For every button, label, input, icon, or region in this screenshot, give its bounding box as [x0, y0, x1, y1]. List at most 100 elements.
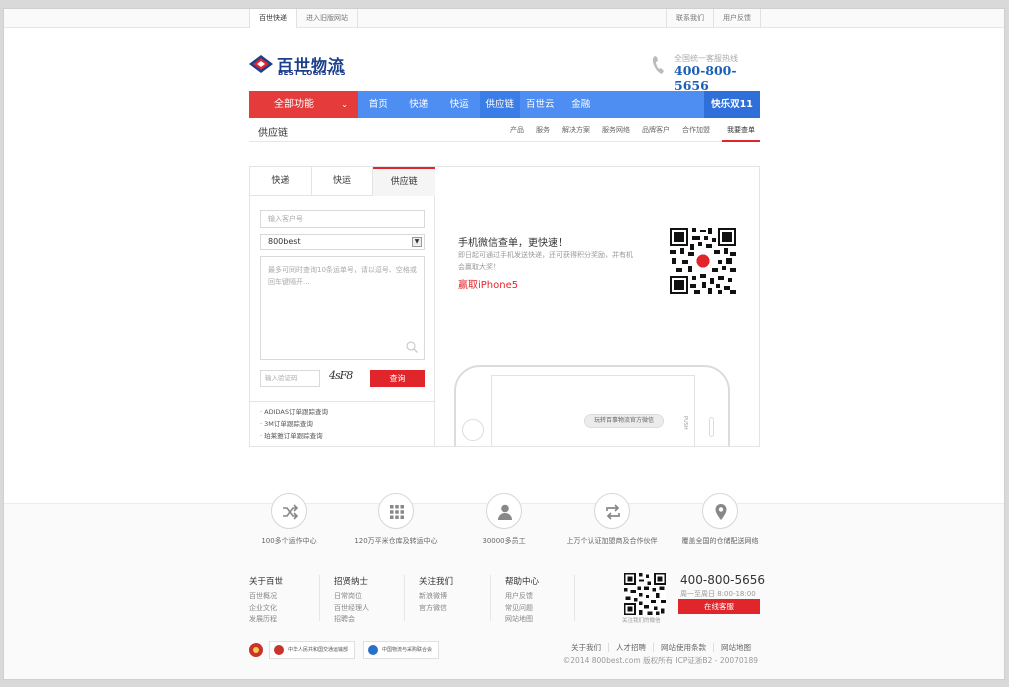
- quick-link-proya[interactable]: · 珀莱雅订单跟踪查询: [260, 430, 328, 442]
- footer-column-help: 帮助中心 用户反馈 常见问题 网站地图: [505, 575, 539, 626]
- subnav-link-clients[interactable]: 品牌客户: [642, 118, 670, 142]
- hotline: 全国统一客服热线 400-800-5656: [652, 53, 762, 93]
- feature-text: 100多个运作中心: [261, 537, 317, 545]
- hotline-number: 400-800-5656: [674, 63, 737, 93]
- subnav-link-services[interactable]: 服务: [536, 118, 550, 142]
- national-emblem-icon: [249, 643, 263, 657]
- topbar-link-feedback[interactable]: 用户反馈: [713, 9, 761, 28]
- person-icon: [486, 493, 522, 529]
- logo-text-en: BEST LOGISTICS: [278, 69, 346, 77]
- main-nav: 全部功能 ⌄ 首页 快递 快运 供应链 百世云 金融 快乐双11: [249, 91, 760, 118]
- nav-item-freight[interactable]: 快运: [439, 91, 480, 118]
- badge-transport-ministry[interactable]: 中华人民共和国交通运输部: [269, 641, 356, 659]
- quick-link-3m[interactable]: · 3M订单跟踪查询: [260, 418, 328, 430]
- phone-illustration: 玩转百事物流官方微信 PUSH: [454, 365, 730, 446]
- phone-side-button: [709, 417, 714, 437]
- subnav-link-solutions[interactable]: 解决方案: [562, 118, 590, 142]
- chevron-down-icon: ⌄: [341, 100, 348, 109]
- all-functions-label: 全部功能: [274, 99, 314, 110]
- footer-separator: [319, 575, 320, 621]
- footer-link[interactable]: 官方微信: [419, 603, 453, 615]
- shuffle-icon: [271, 493, 307, 529]
- topbar-link-old-site[interactable]: 进入旧版网站: [296, 9, 358, 28]
- promo-prize[interactable]: 赢取iPhone5: [458, 276, 518, 291]
- tab-express[interactable]: 快递: [250, 167, 312, 196]
- phone-icon: [652, 56, 664, 74]
- promo-description: 即日起可通过手机发送快递，还可获得积分奖励，并有机会赢取大奖！: [458, 251, 633, 271]
- footer-qr-caption: 关注我们的微信: [622, 618, 661, 624]
- footer-link[interactable]: 百世概况: [249, 591, 283, 603]
- query-button[interactable]: 查询: [370, 370, 425, 387]
- footer-heading: 帮助中心: [505, 577, 540, 587]
- feature-text: 上万个认证加盟商及合作伙伴: [566, 537, 658, 545]
- carrier-select-value: 800best: [268, 237, 301, 246]
- logo-mark-icon: [249, 55, 273, 73]
- location-icon: [702, 493, 738, 529]
- footer-separator: [404, 575, 405, 621]
- footer-link[interactable]: 百世经理人: [334, 603, 369, 615]
- nav-item-cloud[interactable]: 百世云: [520, 91, 561, 118]
- phone-screen: 玩转百事物流官方微信 PUSH: [491, 375, 695, 446]
- topbar-link-contact[interactable]: 联系我们: [666, 9, 714, 28]
- footer-link-about-us[interactable]: 关于我们: [564, 643, 608, 652]
- topbar-link-express[interactable]: 百世快递: [249, 9, 297, 28]
- nav-item-express[interactable]: 快递: [399, 91, 440, 118]
- nav-promo-double11[interactable]: 快乐双11: [704, 91, 760, 118]
- footer-link[interactable]: 发展历程: [249, 614, 283, 626]
- footer-link[interactable]: 日常岗位: [334, 591, 369, 603]
- footer-bottom-links: 关于我们 人才招聘 网站使用条款 网站地图: [564, 643, 758, 652]
- badge-logistics-federation[interactable]: 中国物流与采购联合会: [363, 641, 440, 659]
- online-service-button[interactable]: 在线客服: [678, 599, 760, 614]
- footer-phone: 400-800-5656: [680, 573, 766, 587]
- footer-link-sitemap[interactable]: 网站地图: [713, 643, 758, 652]
- waybill-textarea[interactable]: 最多可同时查询10条运单号，请以逗号、空格或回车键隔开...: [260, 256, 425, 360]
- captcha-input[interactable]: 输入验证码: [260, 370, 320, 387]
- quick-link-adidas[interactable]: · ADIDAS订单跟踪查询: [260, 406, 328, 418]
- footer-link[interactable]: 常见问题: [505, 603, 539, 615]
- waybill-placeholder: 最多可同时查询10条运单号，请以逗号、空格或回车键隔开...: [268, 266, 417, 286]
- footer-column-about: 关于百世 百世概况 企业文化 发展历程: [249, 575, 283, 626]
- promo-title: 手机微信查单，更快速！: [458, 238, 568, 249]
- footer-column-careers: 招贤纳士 日常岗位 百世经理人 招聘会: [334, 575, 369, 626]
- sub-nav: 供应链 产品 服务 解决方案 服务网络 品牌客户 合作加盟 我要查单: [249, 118, 760, 142]
- footer-link[interactable]: 招聘会: [334, 614, 369, 626]
- tracking-tabs: 快递 快运 供应链: [250, 167, 436, 196]
- footer-heading: 关注我们: [419, 577, 454, 587]
- all-functions-menu[interactable]: 全部功能 ⌄: [249, 91, 358, 118]
- footer-link[interactable]: 企业文化: [249, 603, 283, 615]
- federation-logo-icon: [368, 645, 379, 655]
- footer-link[interactable]: 用户反馈: [505, 591, 539, 603]
- carrier-select[interactable]: 800best ▼: [260, 234, 425, 250]
- tab-supply-chain[interactable]: 供应链: [373, 167, 436, 196]
- feature-employees: 30000多员工: [449, 493, 559, 546]
- footer-link-jobs[interactable]: 人才招聘: [608, 643, 653, 652]
- top-bar: 百世快递 进入旧版网站 联系我们 用户反馈: [4, 9, 1004, 28]
- footer-link-terms[interactable]: 网站使用条款: [653, 643, 713, 652]
- phone-side-text: PUSH: [682, 416, 688, 430]
- footer-link[interactable]: 网站地图: [505, 614, 539, 626]
- feature-text: 120万平米仓库及转运中心: [354, 537, 438, 545]
- captcha-image[interactable]: 4sF8: [329, 369, 357, 387]
- subnav-link-network[interactable]: 服务网络: [602, 118, 630, 142]
- subnav-link-track-order[interactable]: 我要查单: [722, 118, 760, 142]
- section-title: 供应链: [258, 128, 288, 139]
- subnav-link-franchise[interactable]: 合作加盟: [682, 118, 710, 142]
- tab-freight[interactable]: 快运: [311, 167, 374, 196]
- dropdown-arrow-icon[interactable]: ▼: [412, 237, 422, 247]
- emblem-icon: [274, 645, 284, 655]
- divider: [250, 401, 435, 402]
- nav-item-finance[interactable]: 金融: [561, 91, 602, 118]
- footer-column-follow: 关注我们 新浪微博 官方微信: [419, 575, 453, 614]
- footer-link[interactable]: 新浪微博: [419, 591, 453, 603]
- customer-number-input[interactable]: 输入客户号: [260, 210, 425, 228]
- footer-hours: 周一至周日 8:00-18:00: [680, 590, 756, 598]
- tracking-form: 输入客户号 800best ▼ 最多可同时查询10条运单号，请以逗号、空格或回车…: [250, 196, 435, 446]
- nav-item-supply-chain[interactable]: 供应链: [479, 91, 520, 118]
- footer-qr-code: [624, 573, 666, 615]
- footer-separator: [490, 575, 491, 621]
- site-logo[interactable]: 百世物流 BEST LOGISTICS: [249, 51, 359, 81]
- nav-item-home[interactable]: 首页: [358, 91, 399, 118]
- wechat-qr-code: [670, 228, 736, 294]
- certification-badges: 中华人民共和国交通运输部 中国物流与采购联合会: [249, 641, 447, 659]
- subnav-link-products[interactable]: 产品: [510, 118, 524, 142]
